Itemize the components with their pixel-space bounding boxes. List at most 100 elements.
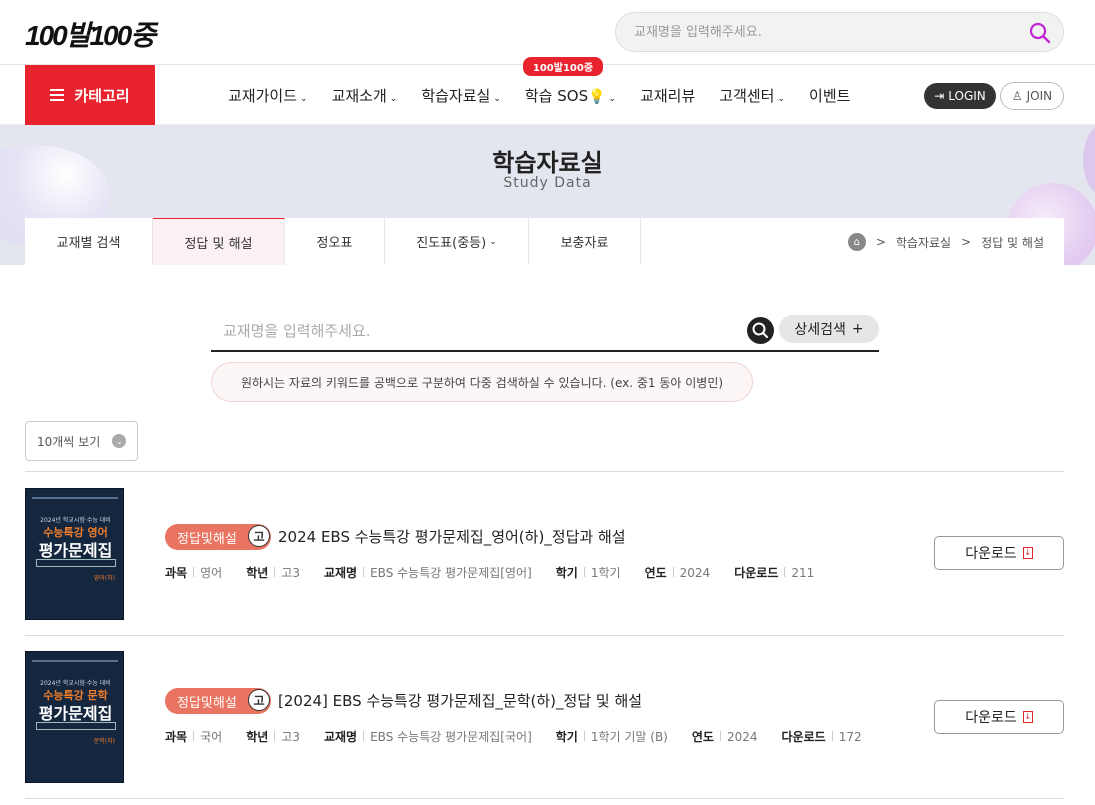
chevron-down-icon: ⌄ [300,93,308,104]
per-page-label: 10개씩 보기 [37,434,101,449]
main-search-input[interactable] [223,320,743,342]
tab-answers[interactable]: 정답 및 해설 [153,218,285,265]
nav-item-label: 고객센터 [719,86,775,105]
chevron-down-icon: ⌄ [777,93,786,104]
item-title[interactable]: [2024] EBS 수능특강 평가문제집_문학(하)_정답 및 해설 [278,690,642,711]
user-icon: ♙ [1011,89,1023,103]
meta-field: 학년 고3 [246,730,300,744]
download-icon: ↓ [1022,547,1033,559]
meta-field: 학년 고3 [246,566,300,580]
chevron-down-icon: ⌄ [489,236,497,247]
breadcrumb-item[interactable]: 정답 및 해설 [981,234,1044,251]
level-badge: 고 [248,689,270,711]
tab-label: 진도표(중등) [416,236,487,251]
tag-label: 정답및해설 [177,531,237,547]
list-item: 2024년 학교시험·수능 대비 수능특강 문학 평가문제집 문학(하) 정답및… [25,651,1064,783]
download-label: 다운로드 [965,710,1017,726]
item-title[interactable]: 2024 EBS 수능특강 평가문제집_영어(하)_정답과 해설 [278,526,626,547]
category-tag: 정답및해설 고 [165,524,271,550]
main-search: 상세검색 + [211,312,879,352]
meta-field: 과목 국어 [165,730,223,744]
search-icon[interactable] [1029,22,1051,44]
nav-item-label: 교재가이드 [228,86,298,105]
meta-field: 연도 2024 [691,730,758,744]
breadcrumb-separator: > [961,235,972,249]
login-label: LOGIN [948,89,986,103]
list-divider [25,471,1064,472]
cover-year-line: 2024년 학교시험·수능 대비 [40,517,111,524]
level-badge: 고 [248,525,270,547]
hero-banner: 학습자료실 Study Data 교재별 검색 정답 및 해설 정오표 진도표(… [0,125,1095,265]
nav-item-customer-center[interactable]: 고객센터 ⌄ [719,85,785,106]
chevron-down-icon: ⌄ [493,93,501,104]
top-header: 100발100중 [0,0,1095,65]
login-button[interactable]: ⇥ LOGIN [924,83,996,109]
breadcrumb-separator: > [875,235,886,249]
nav-item-events[interactable]: 이벤트 [809,85,850,106]
home-icon[interactable]: ⌂ [847,233,866,251]
hamburger-icon [50,86,65,104]
nav-item-study-sos[interactable]: 100발100중 학습 SOS💡 ⌄ [522,56,617,106]
chevron-down-icon: ⌄ [608,93,617,104]
list-divider [25,635,1064,636]
download-label: 다운로드 [965,546,1017,562]
header-search-input[interactable] [634,21,1014,43]
nav-item-reviews[interactable]: 교재리뷰 [640,85,695,106]
tab-errata[interactable]: 정오표 [285,218,385,265]
nav-item-label: 학습자료실 [421,86,491,105]
download-button[interactable]: 다운로드 ↓ [934,536,1064,570]
search-button[interactable] [747,317,774,344]
cover-band [36,722,116,730]
nav-item-study-data[interactable]: 학습자료실 ⌄ [421,85,501,106]
join-button[interactable]: ♙ JOIN [1000,82,1064,110]
chevron-down-icon: ⌄ [389,93,398,104]
advanced-search-button[interactable]: 상세검색 + [779,315,879,343]
advanced-search-label: 상세검색 [794,322,846,338]
nav-item-textbook-guide[interactable]: 교재가이드 ⌄ [228,85,308,106]
tab-supplements[interactable]: 보충자료 [529,218,641,265]
per-page-select[interactable]: 10개씩 보기 ⌄ [25,421,138,461]
cover-corner: 영어(하) [93,575,115,582]
list-divider [25,798,1064,799]
download-button[interactable]: 다운로드 ↓ [934,700,1064,734]
header-search [615,12,1064,52]
meta-field: 교재명 EBS 수능특강 평가문제집[국어] [323,730,532,744]
meta-field: 연도 2024 [644,566,711,580]
page-title: 학습자료실 [492,149,603,177]
login-icon: ⇥ [934,89,945,103]
nav-menu: 교재가이드 ⌄ 교재소개 ⌄ 학습자료실 ⌄ 100발100중 학습 SOS💡 ⌄ 교재… [228,56,850,125]
lightbulb-icon: 💡 [588,88,606,105]
tab-progress[interactable]: 진도표(중등) ⌄ [385,218,529,265]
nav-item-label: 교재리뷰 [640,86,696,105]
item-meta: 과목 영어 학년 고3 교재명 EBS 수능특강 평가문제집[영어] 학기 1학기 연도… [165,564,814,581]
site-logo[interactable]: 100발100중 [25,14,156,54]
list-item: 2024년 학교시험·수능 대비 수능특강 영어 평가문제집 영어(하) 정답및… [25,488,1064,620]
cover-corner: 문학(하) [93,738,115,745]
nav-item-label: 학습 SOS [524,86,589,105]
meta-field: 과목 영어 [165,566,223,580]
sos-badge: 100발100중 [522,56,604,76]
nav-item-label: 교재소개 [331,86,387,105]
cover-year-line: 2024년 학교시험·수능 대비 [40,680,111,687]
cover-band [36,559,116,567]
tab-textbook-search[interactable]: 교재별 검색 [25,218,153,265]
plus-icon: + [851,321,864,337]
cover-title: 평가문제집 [38,541,113,560]
page-subtitle: Study Data [503,175,592,191]
meta-field: 다운로드 211 [734,566,815,580]
chevron-down-icon: ⌄ [112,434,127,448]
meta-field: 학기 1학기 기말 (B) [555,730,668,744]
sub-tabs: 교재별 검색 정답 및 해설 정오표 진도표(중등) ⌄ 보충자료 ⌂ > 학습자… [25,218,1064,265]
meta-field: 학기 1학기 [555,566,621,580]
breadcrumb-item[interactable]: 학습자료실 [896,234,951,251]
search-tip: 원하시는 자료의 키워드를 공백으로 구분하여 다중 검색하실 수 있습니다. … [211,362,753,402]
tag-label: 정답및해설 [177,695,237,711]
nav-item-textbook-intro[interactable]: 교재소개 ⌄ [332,85,398,106]
category-button[interactable]: 카테고리 [25,65,155,125]
download-icon: ↓ [1022,711,1033,723]
cover-stripe [32,660,118,662]
book-cover-image[interactable]: 2024년 학교시험·수능 대비 수능특강 문학 평가문제집 문학(하) [25,651,124,783]
join-label: JOIN [1026,89,1053,103]
breadcrumb: ⌂ > 학습자료실 > 정답 및 해설 [847,233,1044,251]
book-cover-image[interactable]: 2024년 학교시험·수능 대비 수능특강 영어 평가문제집 영어(하) [25,488,124,620]
